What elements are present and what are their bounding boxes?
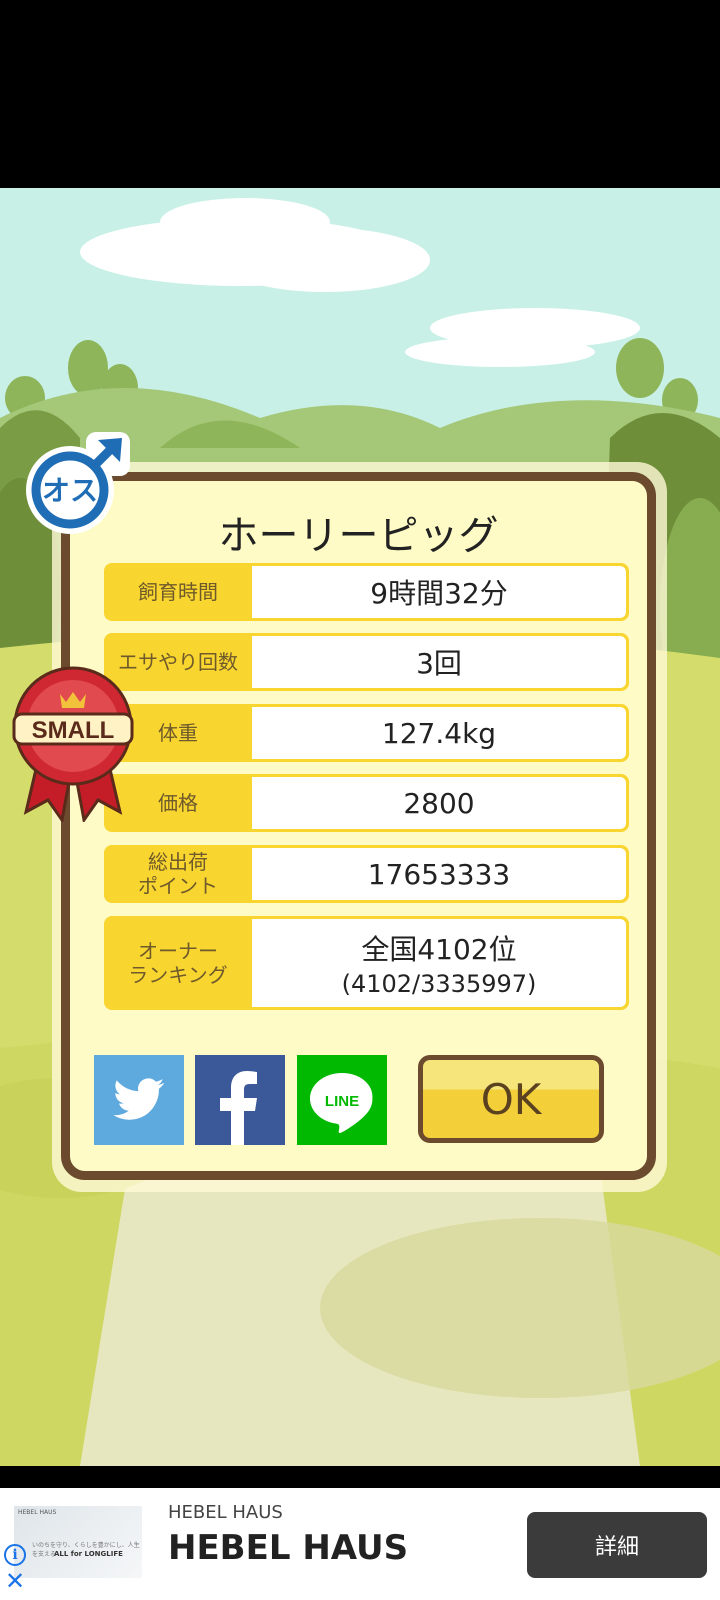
ribbon-text: SMALL	[32, 717, 115, 744]
stat-value: 127.4kg	[381, 716, 497, 750]
stat-row-raising-time: 飼育時間 9時間32分	[104, 563, 629, 621]
stat-value: 9時間32分	[370, 577, 508, 610]
twitter-share-button[interactable]	[94, 1055, 184, 1145]
ad-details-button[interactable]: 詳細	[527, 1512, 707, 1578]
stat-row-weight: 体重 127.4kg	[104, 704, 629, 762]
facebook-share-button[interactable]	[195, 1055, 285, 1145]
ribbon-badge-icon: SMALL	[12, 666, 134, 824]
stat-row-total-points: 総出荷 ポイント 17653333	[104, 845, 629, 903]
stat-label: オーナー ランキング	[128, 939, 228, 987]
stat-label: 総出荷 ポイント	[138, 850, 218, 898]
stat-value: 2800	[403, 786, 475, 820]
ad-thumb-tagline: ALL for LONGLIFE	[54, 1550, 123, 1558]
stat-value: 17653333	[367, 857, 511, 891]
ad-info-icon[interactable]: i	[4, 1544, 26, 1566]
stat-value: 3回	[416, 647, 462, 680]
male-badge: オス	[24, 432, 136, 536]
line-share-button[interactable]: LINE	[297, 1055, 387, 1145]
stat-label: 飼育時間	[138, 580, 218, 604]
ad-thumb-brand: HEBEL HAUS	[18, 1509, 57, 1516]
pig-name-title: ホーリーピッグ	[218, 513, 499, 559]
gender-text: オス	[42, 474, 98, 507]
result-panel: ホーリーピッグ 飼育時間 9時間32分 エサやり回数 3回 体重 127.4kg…	[61, 472, 656, 1180]
stat-row-owner-ranking: オーナー ランキング 全国4102位 (4102/3335997)	[104, 916, 629, 1010]
line-logo-text: LINE	[325, 1093, 359, 1110]
ad-thumbnail-image[interactable]: HEBEL HAUS いのちを守り、くらしを豊かにし、人生を支える ALL fo…	[14, 1506, 142, 1578]
ad-close-icon[interactable]: ✕	[4, 1569, 26, 1593]
ranking-detail: (4102/3335997)	[341, 970, 537, 998]
male-symbol-icon: オス	[26, 432, 130, 534]
line-logo-icon: LINE	[310, 1073, 373, 1133]
stat-row-price: 価格 2800	[104, 774, 629, 832]
ad-headline[interactable]: HEBEL HAUS	[168, 1528, 408, 1568]
stat-row-feed-count: エサやり回数 3回	[104, 633, 629, 691]
small-size-ribbon: SMALL	[10, 662, 136, 824]
ad-banner[interactable]: HEBEL HAUS いのちを守り、くらしを豊かにし、人生を支える ALL fo…	[0, 1488, 720, 1600]
ranking-value: 全国4102位	[361, 933, 517, 966]
ok-button[interactable]: OK	[418, 1055, 604, 1143]
twitter-bird-icon	[113, 1078, 164, 1120]
ad-advertiser: HEBEL HAUS	[168, 1502, 283, 1523]
facebook-f-icon	[220, 1071, 257, 1145]
